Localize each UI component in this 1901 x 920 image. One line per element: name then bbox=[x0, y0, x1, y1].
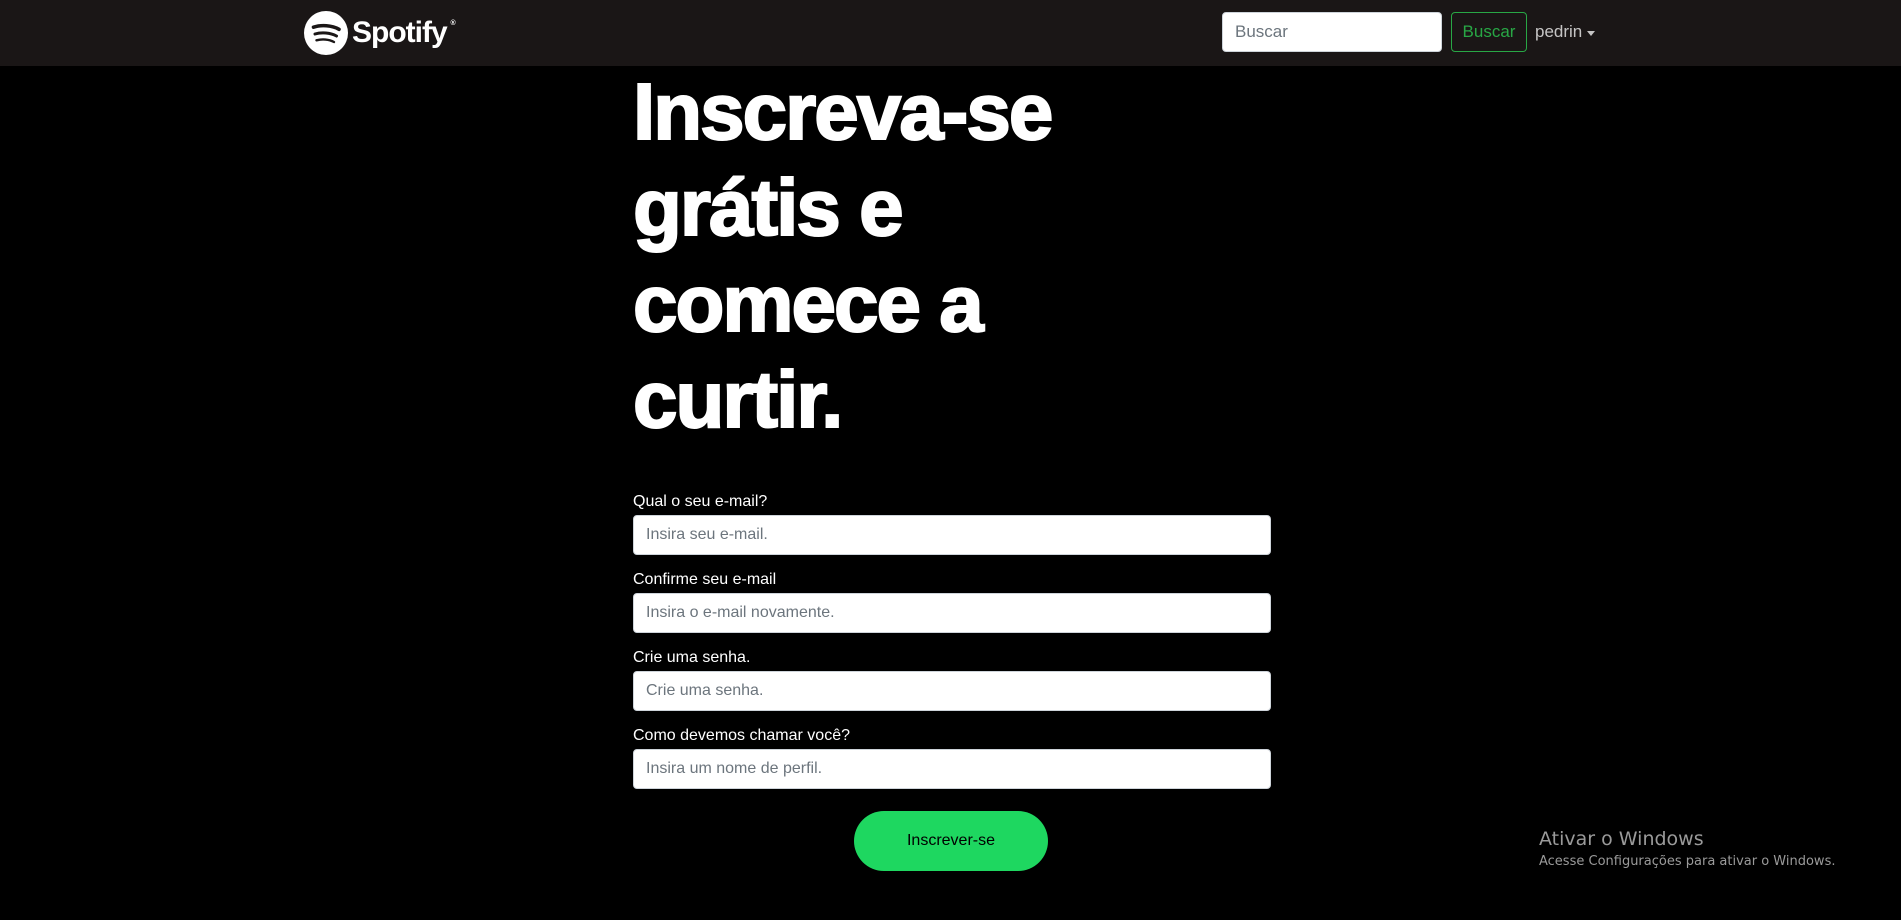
password-label: Crie uma senha. bbox=[633, 649, 751, 666]
confirm-email-field[interactable] bbox=[633, 593, 1271, 633]
user-name: pedrin bbox=[1535, 22, 1583, 41]
profile-name-field[interactable] bbox=[633, 749, 1271, 789]
password-field[interactable] bbox=[633, 671, 1271, 711]
confirm-email-field-group: Confirme seu e-mail bbox=[633, 570, 1271, 648]
profile-name-field-group: Como devemos chamar você? bbox=[633, 726, 1271, 804]
windows-activation-watermark: Ativar o Windows Acesse Configurações pa… bbox=[1539, 827, 1835, 871]
page-title: Inscreva-se grátis e comece a curtir. bbox=[632, 66, 1054, 445]
search-input[interactable] bbox=[1222, 12, 1442, 52]
brand-name-text: Spotify bbox=[352, 15, 448, 49]
email-label: Qual o seu e-mail? bbox=[633, 493, 768, 510]
profile-name-label: Como devemos chamar você? bbox=[633, 727, 850, 744]
user-dropdown[interactable]: pedrin bbox=[1535, 12, 1596, 52]
top-navbar: Spotify ® Buscar pedrin bbox=[0, 0, 1901, 66]
signup-submit-button[interactable]: Inscrever-se bbox=[854, 811, 1048, 871]
caret-down-icon bbox=[1587, 30, 1596, 36]
watermark-title: Ativar o Windows bbox=[1539, 828, 1704, 850]
email-field-group: Qual o seu e-mail? bbox=[633, 492, 1271, 570]
registered-mark: ® bbox=[450, 19, 456, 27]
confirm-email-label: Confirme seu e-mail bbox=[633, 571, 777, 588]
brand-name: Spotify ® bbox=[352, 15, 456, 50]
signup-form: Qual o seu e-mail? Confirme seu e-mail C… bbox=[633, 492, 1271, 804]
spotify-logo-icon bbox=[304, 10, 348, 55]
watermark-subtitle: Acesse Configurações para ativar o Windo… bbox=[1539, 854, 1836, 869]
brand-link[interactable]: Spotify ® bbox=[304, 10, 456, 55]
search-button[interactable]: Buscar bbox=[1451, 12, 1527, 52]
email-field[interactable] bbox=[633, 515, 1271, 555]
password-field-group: Crie uma senha. bbox=[633, 648, 1271, 726]
